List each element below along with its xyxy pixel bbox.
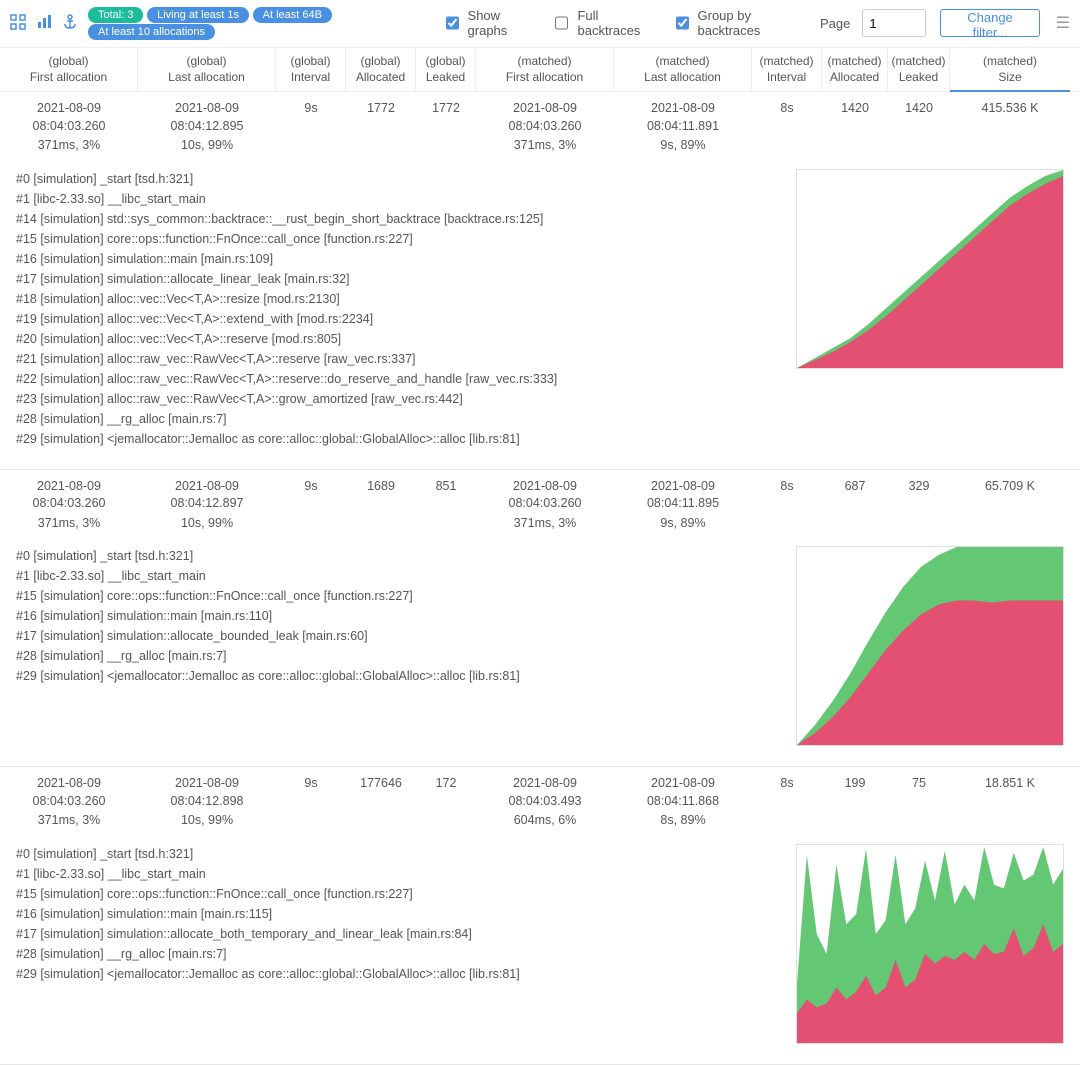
backtrace-frame: #1 [libc-2.33.so] __libc_start_main bbox=[16, 864, 782, 884]
backtrace-frame: #14 [simulation] std::sys_common::backtr… bbox=[16, 209, 782, 229]
backtrace-frame: #28 [simulation] __rg_alloc [main.rs:7] bbox=[16, 646, 782, 666]
backtrace-frame: #17 [simulation] simulation::allocate_bo… bbox=[16, 924, 782, 944]
table-cell: 8s bbox=[752, 100, 822, 155]
filter-pill[interactable]: Total: 3 bbox=[88, 7, 143, 23]
backtrace-frame: #17 [simulation] simulation::allocate_bo… bbox=[16, 626, 782, 646]
table-cell: 415.536 K bbox=[950, 100, 1070, 155]
backtrace-frame: #1 [libc-2.33.so] __libc_start_main bbox=[16, 566, 782, 586]
backtrace-frame: #29 [simulation] <jemallocator::Jemalloc… bbox=[16, 964, 782, 984]
table-cell: 199 bbox=[822, 775, 888, 830]
table-cell: 2021-08-09 08:04:03.260371ms, 3% bbox=[0, 478, 138, 533]
backtrace: #0 [simulation] _start [tsd.h:321]#1 [li… bbox=[16, 546, 782, 746]
backtrace-frame: #15 [simulation] core::ops::function::Fn… bbox=[16, 884, 782, 904]
column-header[interactable]: (matched)First allocation bbox=[476, 48, 614, 91]
backtrace-frame: #15 [simulation] core::ops::function::Fn… bbox=[16, 229, 782, 249]
backtrace-frame: #21 [simulation] alloc::raw_vec::RawVec<… bbox=[16, 349, 782, 369]
filter-pill[interactable]: Living at least 1s bbox=[147, 7, 249, 23]
table-cell: 1420 bbox=[822, 100, 888, 155]
table-cell: 172 bbox=[416, 775, 476, 830]
backtrace-frame: #20 [simulation] alloc::vec::Vec<T,A>::r… bbox=[16, 329, 782, 349]
change-filter-button[interactable]: Change filter... bbox=[940, 9, 1039, 37]
table-cell: 687 bbox=[822, 478, 888, 533]
column-header[interactable]: (matched)Size bbox=[950, 48, 1070, 91]
column-header[interactable]: (global)First allocation bbox=[0, 48, 138, 91]
backtrace-frame: #0 [simulation] _start [tsd.h:321] bbox=[16, 546, 782, 566]
column-header[interactable]: (global)Allocated bbox=[346, 48, 416, 91]
filter-pill[interactable]: At least 64B bbox=[253, 7, 332, 23]
backtrace-frame: #16 [simulation] simulation::main [main.… bbox=[16, 606, 782, 626]
table-cell: 1772 bbox=[416, 100, 476, 155]
table-cell: 329 bbox=[888, 478, 950, 533]
backtrace-frame: #16 [simulation] simulation::main [main.… bbox=[16, 249, 782, 269]
table-cell: 2021-08-09 08:04:03.260371ms, 3% bbox=[0, 100, 138, 155]
table-cell: 2021-08-09 08:04:11.8688s, 89% bbox=[614, 775, 752, 830]
table-cell: 2021-08-09 08:04:11.8959s, 89% bbox=[614, 478, 752, 533]
table-cell: 9s bbox=[276, 478, 346, 533]
table-cell: 851 bbox=[416, 478, 476, 533]
table-cell: 18.851 K bbox=[950, 775, 1070, 830]
backtrace-frame: #16 [simulation] simulation::main [main.… bbox=[16, 904, 782, 924]
backtrace-frame: #0 [simulation] _start [tsd.h:321] bbox=[16, 844, 782, 864]
table-cell: 65.709 K bbox=[950, 478, 1070, 533]
show-graphs-checkbox[interactable]: Show graphs bbox=[442, 8, 532, 38]
backtrace-frame: #29 [simulation] <jemallocator::Jemalloc… bbox=[16, 666, 782, 686]
filter-pill[interactable]: At least 10 allocations bbox=[88, 24, 215, 40]
backtrace-frame: #0 [simulation] _start [tsd.h:321] bbox=[16, 169, 782, 189]
group-by-backtraces-checkbox[interactable]: Group by backtraces bbox=[672, 8, 800, 38]
backtrace-frame: #18 [simulation] alloc::vec::Vec<T,A>::r… bbox=[16, 289, 782, 309]
allocation-group: 2021-08-09 08:04:03.260371ms, 3%2021-08-… bbox=[0, 767, 1080, 1065]
table-cell: 75 bbox=[888, 775, 950, 830]
backtrace-frame: #1 [libc-2.33.so] __libc_start_main bbox=[16, 189, 782, 209]
backtrace-frame: #19 [simulation] alloc::vec::Vec<T,A>::e… bbox=[16, 309, 782, 329]
allocation-chart bbox=[796, 169, 1064, 369]
table-header: (global)First allocation(global)Last all… bbox=[0, 47, 1080, 92]
table-cell: 8s bbox=[752, 775, 822, 830]
column-header[interactable]: (matched)Allocated bbox=[822, 48, 888, 91]
full-backtraces-checkbox[interactable]: Full backtraces bbox=[551, 8, 651, 38]
table-cell: 9s bbox=[276, 775, 346, 830]
table-cell: 1689 bbox=[346, 478, 416, 533]
allocation-group: 2021-08-09 08:04:03.260371ms, 3%2021-08-… bbox=[0, 92, 1080, 470]
table-cell: 2021-08-09 08:04:03.260371ms, 3% bbox=[476, 100, 614, 155]
table-cell: 2021-08-09 08:04:03.260371ms, 3% bbox=[0, 775, 138, 830]
table-cell: 2021-08-09 08:04:12.89810s, 99% bbox=[138, 775, 276, 830]
backtrace-frame: #22 [simulation] alloc::raw_vec::RawVec<… bbox=[16, 369, 782, 389]
backtrace: #0 [simulation] _start [tsd.h:321]#1 [li… bbox=[16, 169, 782, 449]
page-input[interactable] bbox=[862, 9, 926, 37]
column-header[interactable]: (global)Last allocation bbox=[138, 48, 276, 91]
anchor-icon[interactable] bbox=[62, 14, 78, 33]
backtrace-frame: #29 [simulation] <jemallocator::Jemalloc… bbox=[16, 429, 782, 449]
chart-icon[interactable] bbox=[36, 14, 52, 33]
table-cell: 2021-08-09 08:04:03.493604ms, 6% bbox=[476, 775, 614, 830]
table-cell: 2021-08-09 08:04:12.89710s, 99% bbox=[138, 478, 276, 533]
table-cell: 8s bbox=[752, 478, 822, 533]
menu-icon[interactable]: ☰ bbox=[1056, 13, 1070, 33]
column-header[interactable]: (matched)Leaked bbox=[888, 48, 950, 91]
backtrace-frame: #28 [simulation] __rg_alloc [main.rs:7] bbox=[16, 409, 782, 429]
table-cell: 1772 bbox=[346, 100, 416, 155]
table-cell: 2021-08-09 08:04:11.8919s, 89% bbox=[614, 100, 752, 155]
allocation-chart bbox=[796, 844, 1064, 1044]
column-header[interactable]: (matched)Interval bbox=[752, 48, 822, 91]
allocation-group: 2021-08-09 08:04:03.260371ms, 3%2021-08-… bbox=[0, 470, 1080, 768]
column-header[interactable]: (global)Interval bbox=[276, 48, 346, 91]
table-cell: 2021-08-09 08:04:03.260371ms, 3% bbox=[476, 478, 614, 533]
backtrace: #0 [simulation] _start [tsd.h:321]#1 [li… bbox=[16, 844, 782, 1044]
backtrace-frame: #23 [simulation] alloc::raw_vec::RawVec<… bbox=[16, 389, 782, 409]
table-cell: 177646 bbox=[346, 775, 416, 830]
backtrace-frame: #15 [simulation] core::ops::function::Fn… bbox=[16, 586, 782, 606]
toolbar: Total: 3 Living at least 1s At least 64B… bbox=[0, 0, 1080, 47]
backtrace-frame: #17 [simulation] simulation::allocate_li… bbox=[16, 269, 782, 289]
column-header[interactable]: (global)Leaked bbox=[416, 48, 476, 91]
table-cell: 1420 bbox=[888, 100, 950, 155]
allocation-chart bbox=[796, 546, 1064, 746]
grid-icon[interactable] bbox=[10, 14, 26, 33]
table-cell: 2021-08-09 08:04:12.89510s, 99% bbox=[138, 100, 276, 155]
backtrace-frame: #28 [simulation] __rg_alloc [main.rs:7] bbox=[16, 944, 782, 964]
column-header[interactable]: (matched)Last allocation bbox=[614, 48, 752, 91]
page-label: Page bbox=[820, 16, 850, 31]
table-cell: 9s bbox=[276, 100, 346, 155]
